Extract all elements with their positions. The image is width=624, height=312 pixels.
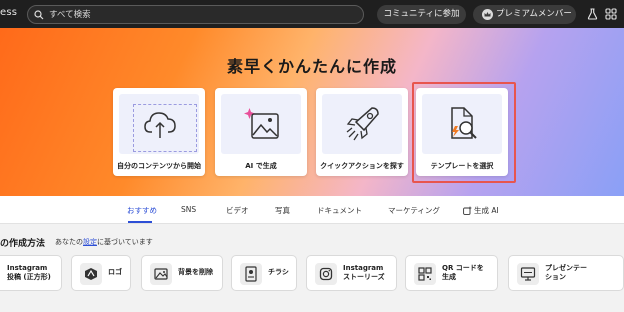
search-icon	[34, 10, 44, 20]
crown-icon	[482, 9, 493, 20]
tab-photo[interactable]: 写真	[275, 205, 290, 216]
card-thumbnail	[322, 94, 402, 154]
card-label: AI で生成	[245, 162, 277, 170]
join-community-label: コミュニティに参加	[383, 9, 460, 19]
tab-recommended[interactable]: おすすめ	[127, 205, 157, 216]
quick-action-remove-background[interactable]: 背景を削除	[141, 255, 223, 291]
subtitle-prefix: あなたの	[55, 238, 83, 246]
quick-action-presentation[interactable]: プレゼンテー ション	[508, 255, 624, 291]
label-line-2: ストーリーズ	[343, 273, 385, 281]
top-bar: ess コミュニティに参加 プレミアムメンバー	[0, 0, 624, 28]
quick-action-instagram-stories[interactable]: Instagram ストーリーズ	[306, 255, 397, 291]
search-box[interactable]	[27, 5, 364, 24]
label-line-1: チラシ	[268, 268, 289, 277]
label-line-1: Instagram	[343, 263, 384, 272]
selected-card-highlight	[412, 82, 516, 183]
suggestions-heading: の作成方法	[0, 239, 46, 249]
label-line-1: 背景を削除	[178, 268, 213, 277]
logo-icon	[80, 263, 102, 285]
quick-action-instagram-post[interactable]: Instagram 投稿 (正方形)	[0, 255, 62, 291]
instagram-icon	[315, 263, 337, 285]
quick-actions-card[interactable]: クイックアクションを探す	[316, 88, 408, 176]
card-thumbnail	[119, 94, 199, 154]
premium-member-label: プレミアムメンバー	[496, 9, 572, 19]
quick-action-label: QR コードを 生成	[442, 256, 484, 290]
card-label: 自分のコンテンツから開始	[117, 162, 201, 170]
subtitle-suffix: に基づいています	[97, 238, 153, 246]
tab-sns[interactable]: SNS	[181, 205, 196, 214]
tab-document[interactable]: ドキュメント	[317, 205, 362, 216]
label-line-1: Instagram	[7, 263, 48, 272]
apps-grid-icon[interactable]	[605, 8, 617, 20]
quick-action-label: Instagram 投稿 (正方形)	[7, 256, 51, 290]
rocket-icon	[346, 107, 379, 141]
tab-marketing[interactable]: マーケティング	[388, 205, 440, 216]
label-line-1: QR コードを	[442, 263, 484, 272]
hero-title: 素早くかんたんに作成	[226, 57, 397, 76]
presentation-icon	[517, 263, 539, 285]
hero-banner: 素早くかんたんに作成 自分のコンテンツから開始 AI で生成 クイックアクション…	[0, 28, 624, 196]
join-community-button[interactable]: コミュニティに参加	[377, 5, 466, 24]
quick-action-label: チラシ	[268, 256, 289, 290]
generative-ai-icon	[463, 206, 472, 215]
flyer-icon	[240, 263, 262, 285]
generate-with-ai-card[interactable]: AI で生成	[215, 88, 307, 176]
quick-action-logo[interactable]: ロゴ	[71, 255, 131, 291]
label-line-2: 投稿 (正方形)	[7, 273, 51, 281]
card-label: クイックアクションを探す	[320, 162, 404, 170]
brand-logo-text[interactable]: ess	[0, 7, 17, 18]
remove-background-icon	[150, 263, 172, 285]
premium-member-button[interactable]: プレミアムメンバー	[473, 5, 576, 24]
settings-link[interactable]: 設定	[83, 238, 97, 246]
suggestions-subtitle: あなたの設定に基づいています	[55, 237, 153, 247]
tab-video[interactable]: ビデオ	[226, 205, 249, 216]
tab-generative-ai[interactable]: 生成 AI	[474, 205, 499, 216]
label-line-1: ロゴ	[108, 268, 122, 277]
label-line-1: プレゼンテー	[545, 263, 587, 272]
category-tabs: おすすめ SNS ビデオ 写真 ドキュメント マーケティング 生成 AI	[0, 196, 624, 224]
card-thumbnail	[221, 94, 301, 154]
cloud-upload-icon	[144, 112, 176, 138]
label-line-2: ション	[545, 273, 566, 281]
quick-action-label: ロゴ	[108, 256, 122, 290]
quick-action-label: Instagram ストーリーズ	[343, 256, 385, 290]
label-line-2: 生成	[442, 273, 456, 281]
quick-action-label: プレゼンテー ション	[545, 256, 587, 290]
quick-action-flyer[interactable]: チラシ	[231, 255, 297, 291]
start-from-content-card[interactable]: 自分のコンテンツから開始	[113, 88, 205, 176]
quick-action-label: 背景を削除	[178, 256, 213, 290]
ai-image-icon	[244, 108, 279, 139]
qr-code-icon	[414, 263, 436, 285]
search-input[interactable]	[49, 8, 349, 22]
flask-icon[interactable]	[587, 8, 598, 20]
active-tab-indicator	[128, 221, 152, 223]
quick-action-qr-code[interactable]: QR コードを 生成	[405, 255, 498, 291]
